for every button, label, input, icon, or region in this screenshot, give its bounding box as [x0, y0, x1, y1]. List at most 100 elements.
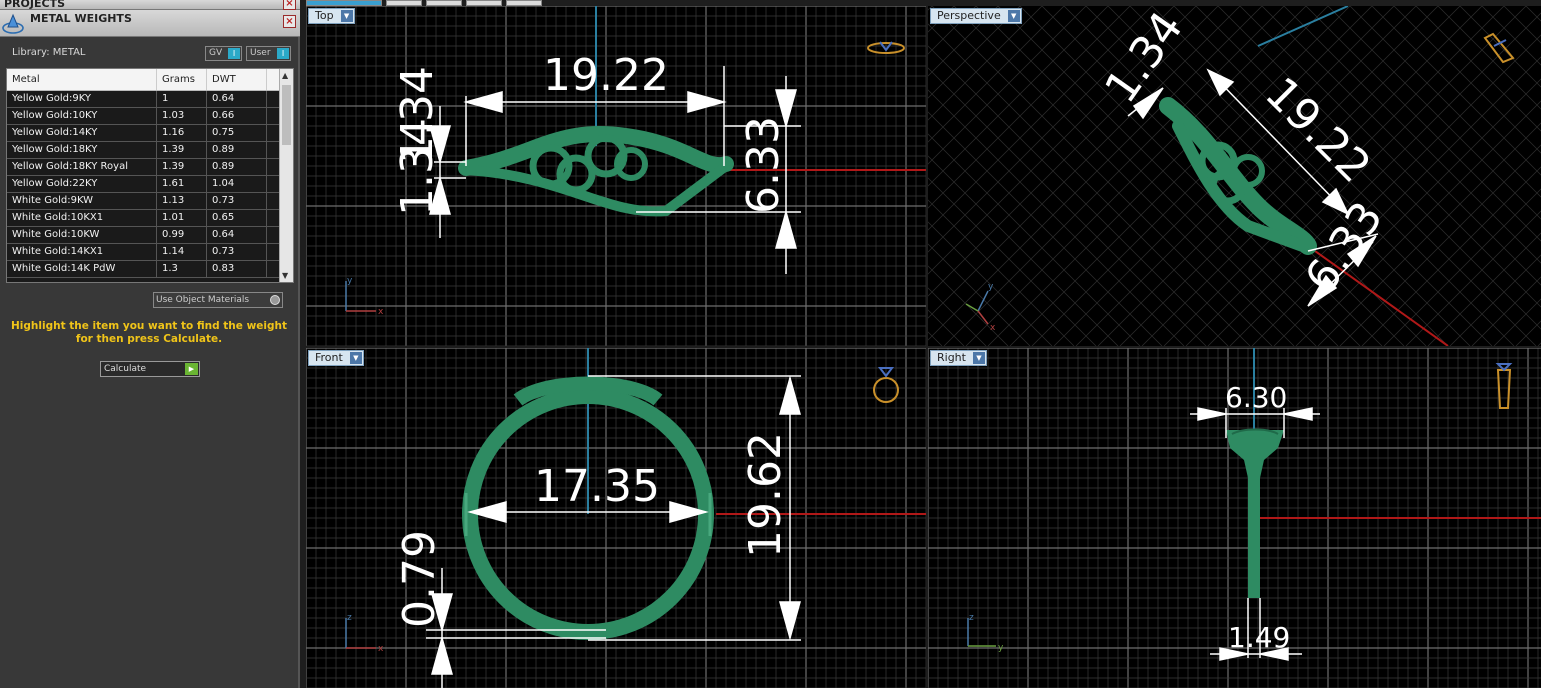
grams-cell: 1.13	[157, 193, 207, 209]
table-body: Yellow Gold:9KY 1 0.64 Yellow Gold:10KY 1.03…	[7, 91, 293, 278]
viewport-label-front[interactable]: Front ▼	[308, 350, 364, 366]
metal-table: Metal Grams DWT Yellow Gold:9KY 1 0.64 Yell…	[6, 68, 294, 283]
user-toggle-indicator-icon: I	[277, 48, 289, 59]
grams-cell: 1.39	[157, 159, 207, 175]
table-row[interactable]: White Gold:10KX1 1.01 0.65	[7, 210, 293, 227]
use-object-materials-label: Use Object Materials	[156, 295, 250, 305]
front-view-canvas: 17.35 19.62 0.79 z x	[306, 348, 926, 688]
dwt-cell: 0.73	[207, 193, 267, 209]
grams-cell: 1.14	[157, 244, 207, 260]
viewport-label-text: Perspective	[937, 9, 1001, 22]
grams-cell: 0.99	[157, 227, 207, 243]
calculate-label: Calculate	[104, 364, 147, 374]
dwt-cell: 0.64	[207, 91, 267, 107]
use-object-materials-toggle[interactable]: Use Object Materials	[153, 292, 283, 308]
table-scrollbar[interactable]: ▲ ▼	[279, 69, 293, 282]
metal-cell: White Gold:10KX1	[7, 210, 157, 226]
dwt-cell: 0.89	[207, 142, 267, 158]
metal-cell: White Gold:14KX1	[7, 244, 157, 260]
column-header-metal[interactable]: Metal	[7, 69, 157, 90]
projects-title: PROJECTS	[4, 0, 65, 10]
dwt-cell: 0.66	[207, 108, 267, 124]
gv-toggle-label: GV	[209, 48, 223, 58]
library-label: Library: METAL	[12, 47, 86, 58]
projects-title-bar: PROJECTS ×	[0, 0, 300, 10]
dwt-cell: 0.83	[207, 261, 267, 277]
scroll-down-icon[interactable]: ▼	[282, 271, 288, 280]
chevron-down-icon[interactable]: ▼	[972, 352, 985, 364]
table-row[interactable]: Yellow Gold:9KY 1 0.64	[7, 91, 293, 108]
scroll-up-icon[interactable]: ▲	[282, 71, 288, 80]
table-row[interactable]: White Gold:10KW 0.99 0.64	[7, 227, 293, 244]
axis-label-y: y	[998, 643, 1004, 653]
scroll-thumb[interactable]	[282, 85, 291, 145]
column-header-dwt[interactable]: DWT	[207, 69, 267, 90]
dimension-label: 0.79	[394, 530, 445, 628]
dimension-label: 1.34	[392, 118, 443, 216]
viewport-label-text: Right	[937, 351, 966, 364]
gv-toggle-indicator-icon: I	[228, 48, 240, 59]
metal-cell: Yellow Gold:18KY	[7, 142, 157, 158]
metal-cell: Yellow Gold:18KY Royal	[7, 159, 157, 175]
dimension-label: 17.35	[534, 461, 660, 512]
metal-cell: Yellow Gold:10KY	[7, 108, 157, 124]
dwt-cell: 0.75	[207, 125, 267, 141]
calculate-button[interactable]: Calculate ▶	[100, 361, 200, 377]
user-toggle-label: User	[250, 48, 271, 58]
table-row[interactable]: White Gold:9KW 1.13 0.73	[7, 193, 293, 210]
dwt-cell: 0.73	[207, 244, 267, 260]
viewport-label-top[interactable]: Top ▼	[308, 8, 355, 24]
viewport-label-text: Top	[315, 9, 334, 22]
dwt-cell: 0.64	[207, 227, 267, 243]
grams-cell: 1.3	[157, 261, 207, 277]
chevron-down-icon[interactable]: ▼	[1007, 10, 1020, 22]
panel-close-icon[interactable]: ×	[283, 15, 296, 28]
grams-cell: 1.39	[157, 142, 207, 158]
user-toggle[interactable]: User I	[246, 46, 291, 61]
perspective-view-canvas: 1.34 19.22 6.33 y x	[928, 6, 1541, 346]
grams-cell: 1.03	[157, 108, 207, 124]
metal-cell: Yellow Gold:22KY	[7, 176, 157, 192]
metal-cell: White Gold:14K PdW	[7, 261, 157, 277]
dimension-label: 6.30	[1225, 381, 1287, 414]
projects-close-icon[interactable]: ×	[283, 0, 296, 10]
viewport-front[interactable]: 17.35 19.62 0.79 z x Front ▼	[306, 348, 926, 688]
viewport-label-right[interactable]: Right ▼	[930, 350, 987, 366]
play-icon: ▶	[185, 363, 198, 375]
chevron-down-icon[interactable]: ▼	[349, 352, 362, 364]
metal-cell: White Gold:9KW	[7, 193, 157, 209]
top-view-canvas: 19.22 1.34 1.34 6.33 y x	[306, 6, 926, 346]
axis-label-z: z	[969, 613, 974, 623]
axis-label-x: x	[990, 323, 996, 333]
radio-indicator-icon	[270, 295, 280, 305]
dimension-label: 1.49	[1228, 621, 1290, 654]
grams-cell: 1.16	[157, 125, 207, 141]
table-row[interactable]: White Gold:14KX1 1.14 0.73	[7, 244, 293, 261]
metal-cell: Yellow Gold:9KY	[7, 91, 157, 107]
viewport-right[interactable]: 6.30 1.49 z y Right ▼	[928, 348, 1541, 688]
table-row[interactable]: Yellow Gold:18KY 1.39 0.89	[7, 142, 293, 159]
panel-title: METAL WEIGHTS	[30, 12, 132, 25]
metal-cell: White Gold:10KW	[7, 227, 157, 243]
metal-weights-panel: PROJECTS × METAL WEIGHTS × Library: META…	[0, 0, 300, 688]
dimension-label: 6.33	[738, 116, 789, 214]
axis-label-x: x	[378, 307, 384, 317]
viewport-label-text: Front	[315, 351, 343, 364]
viewport-label-perspective[interactable]: Perspective ▼	[930, 8, 1022, 24]
table-row[interactable]: White Gold:14K PdW 1.3 0.83	[7, 261, 293, 278]
chevron-down-icon[interactable]: ▼	[340, 10, 353, 22]
dwt-cell: 1.04	[207, 176, 267, 192]
table-row[interactable]: Yellow Gold:18KY Royal 1.39 0.89	[7, 159, 293, 176]
column-header-grams[interactable]: Grams	[157, 69, 207, 90]
table-header: Metal Grams DWT	[7, 69, 293, 91]
table-row[interactable]: Yellow Gold:10KY 1.03 0.66	[7, 108, 293, 125]
viewport-perspective[interactable]: 1.34 19.22 6.33 y x Perspective ▼	[928, 6, 1541, 346]
dwt-cell: 0.65	[207, 210, 267, 226]
dwt-cell: 0.89	[207, 159, 267, 175]
gv-toggle[interactable]: GV I	[205, 46, 242, 61]
dimension-label: 19.62	[740, 432, 791, 558]
table-row[interactable]: Yellow Gold:14KY 1.16 0.75	[7, 125, 293, 142]
viewport-top[interactable]: 19.22 1.34 1.34 6.33 y x Top ▼	[306, 6, 926, 346]
table-row[interactable]: Yellow Gold:22KY 1.61 1.04	[7, 176, 293, 193]
axis-label-z: z	[347, 613, 352, 623]
